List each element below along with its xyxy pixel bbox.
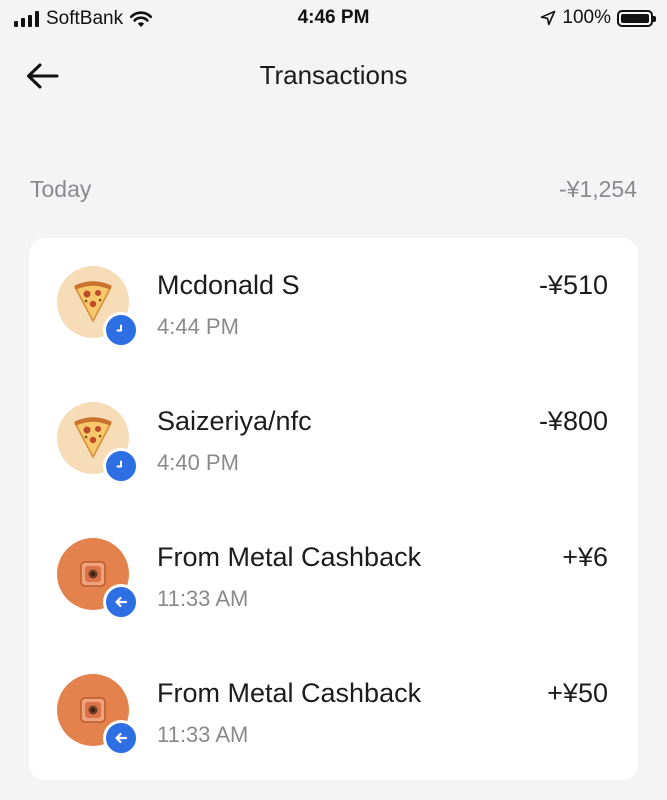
status-bar: SoftBank 4:46 PM 100%: [0, 0, 667, 38]
nav-header: Transactions: [0, 50, 667, 100]
transaction-amount: +¥50: [547, 678, 608, 708]
transactions-card: Mcdonald S 4:44 PM -¥510 Saizeriya/nfc 4…: [29, 238, 638, 780]
section-label: Today: [30, 176, 92, 202]
arrow-left-icon: [115, 732, 128, 744]
transaction-time: 11:33 AM: [157, 722, 249, 747]
incoming-badge: [103, 584, 139, 620]
location-arrow-icon: [541, 10, 556, 26]
incoming-badge: [103, 720, 139, 756]
battery-percentage: 100%: [562, 7, 611, 28]
merchant-name: Saizeriya/nfc: [157, 406, 312, 436]
transaction-time: 4:40 PM: [157, 450, 239, 475]
safe-icon: [80, 561, 106, 587]
merchant-name: From Metal Cashback: [157, 542, 422, 572]
clock-icon: [116, 324, 122, 332]
transaction-amount: -¥800: [538, 406, 608, 436]
merchant-name: From Metal Cashback: [157, 678, 422, 708]
transaction-time: 11:33 AM: [157, 586, 249, 611]
merchant-name: Mcdonald S: [157, 270, 300, 300]
status-right: 100%: [540, 7, 656, 29]
clock-icon: [116, 460, 122, 468]
transaction-row[interactable]: Mcdonald S 4:44 PM -¥510: [29, 238, 638, 368]
transaction-row[interactable]: From Metal Cashback 11:33 AM +¥6: [29, 510, 638, 640]
transaction-time: 4:44 PM: [157, 314, 239, 339]
pending-badge: [103, 312, 139, 348]
section-total: -¥1,254: [558, 176, 637, 202]
battery-icon: [617, 9, 656, 27]
transaction-row[interactable]: From Metal Cashback 11:33 AM +¥50: [29, 646, 638, 776]
section-header: Today -¥1,254: [30, 176, 637, 206]
transaction-row[interactable]: Saizeriya/nfc 4:40 PM -¥800: [29, 374, 638, 504]
pending-badge: [103, 448, 139, 484]
transaction-amount: +¥6: [562, 542, 608, 572]
safe-icon: [80, 697, 106, 723]
arrow-left-icon: [115, 596, 128, 608]
transaction-amount: -¥510: [538, 270, 608, 300]
page-title: Transactions: [259, 60, 408, 90]
